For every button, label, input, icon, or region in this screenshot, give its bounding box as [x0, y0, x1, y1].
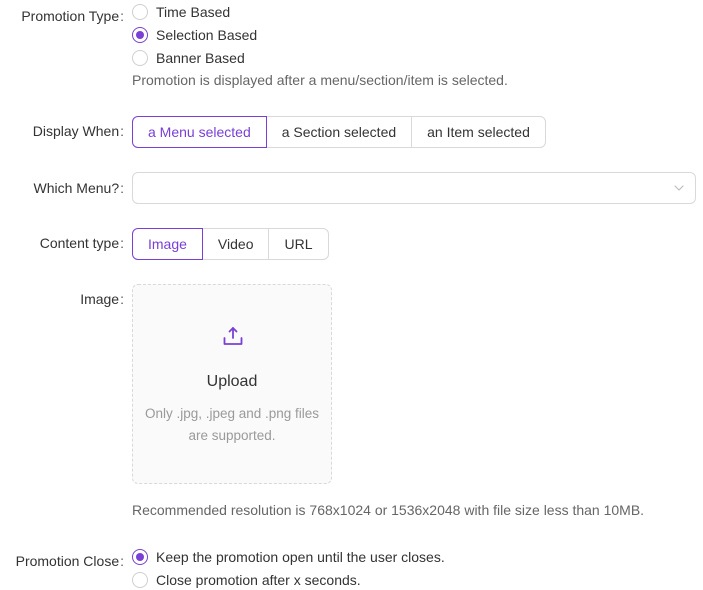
radio-label: Time Based: [156, 4, 231, 20]
which-menu-select[interactable]: [132, 172, 696, 204]
resolution-note: Recommended resolution is 768x1024 or 15…: [132, 502, 645, 518]
radio-circle[interactable]: [132, 50, 148, 66]
radio-circle[interactable]: [132, 4, 148, 20]
display-when-item-button[interactable]: an Item selected: [411, 116, 546, 148]
radio-close-after-seconds[interactable]: Close promotion after x seconds.: [132, 570, 361, 590]
radio-label: Banner Based: [156, 50, 245, 66]
display-when-segmented: a Menu selected a Section selected an It…: [132, 116, 546, 148]
promotion-type-helper: Promotion is displayed after a menu/sect…: [132, 72, 508, 88]
radio-selection-based[interactable]: Selection Based: [132, 25, 257, 45]
content-type-video-button[interactable]: Video: [201, 228, 270, 260]
content-type-url-button[interactable]: URL: [268, 228, 329, 260]
promotion-close-label: Promotion Close:: [15, 553, 124, 569]
radio-circle[interactable]: [132, 572, 148, 588]
radio-time-based[interactable]: Time Based: [132, 2, 230, 22]
content-type-image-button[interactable]: Image: [132, 228, 203, 260]
image-label: Image:: [80, 291, 124, 307]
display-when-section-button[interactable]: a Section selected: [265, 116, 413, 148]
promotion-type-label: Promotion Type:: [21, 8, 124, 24]
upload-hint: Only .jpg, .jpeg and .png files are supp…: [133, 403, 331, 447]
display-when-label: Display When:: [32, 123, 124, 139]
upload-hint-line1: Only .jpg, .jpeg and .png files: [144, 406, 320, 421]
upload-hint-line2: are supported.: [188, 428, 276, 443]
radio-circle[interactable]: [132, 549, 148, 565]
radio-label: Keep the promotion open until the user c…: [156, 549, 445, 565]
upload-icon: [223, 327, 243, 345]
content-type-segmented: Image Video URL: [132, 228, 329, 260]
image-upload-dropzone[interactable]: Upload Only .jpg, .jpeg and .png files a…: [132, 284, 332, 484]
content-type-label: Content type:: [39, 235, 124, 251]
chevron-down-icon: [674, 185, 684, 191]
radio-label: Selection Based: [156, 27, 258, 43]
display-when-menu-button[interactable]: a Menu selected: [132, 116, 267, 148]
radio-label: Close promotion after x seconds.: [156, 572, 361, 588]
radio-keep-open[interactable]: Keep the promotion open until the user c…: [132, 547, 445, 567]
which-menu-label: Which Menu?:: [33, 180, 124, 196]
radio-banner-based[interactable]: Banner Based: [132, 48, 245, 68]
upload-title: Upload: [206, 373, 258, 390]
radio-circle[interactable]: [132, 27, 148, 43]
